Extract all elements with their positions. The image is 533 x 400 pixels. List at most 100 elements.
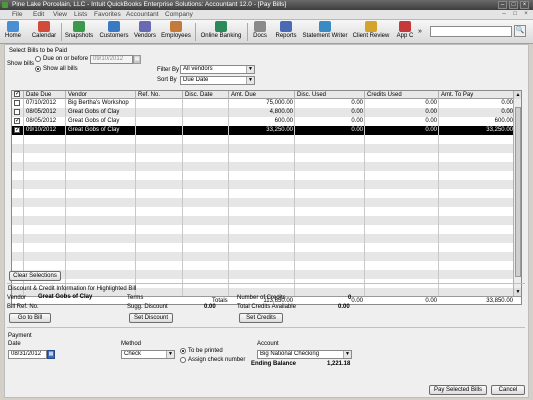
toolbar-statement-writer-button[interactable]: Statement Writer — [301, 21, 349, 43]
toolbar-vendors-button[interactable]: Vendors — [132, 21, 158, 43]
toolbar-customers-button[interactable]: Customers — [98, 21, 130, 43]
cancel-button[interactable]: Cancel — [491, 385, 525, 395]
due-on-or-before-radio[interactable] — [35, 56, 41, 62]
menu-view[interactable]: View — [53, 11, 67, 18]
col-date-due[interactable]: Date Due — [24, 91, 66, 99]
grid-vertical-scrollbar[interactable]: ▲ ▼ — [513, 91, 521, 296]
close-button[interactable]: × — [520, 1, 529, 9]
title-bar: Pine Lake Porcelain, LLC - Intuit QuickB… — [0, 0, 533, 10]
table-row[interactable]: 07/10/2012 Big Bertha's Workshop 75,000.00… — [12, 99, 515, 108]
cell-vendor: Great Gobs of Clay — [68, 109, 120, 115]
empty-row — [12, 261, 515, 270]
toolbar-calendar-button[interactable]: Calendar — [30, 21, 58, 43]
search-input[interactable] — [430, 26, 512, 37]
number-of-credits-label: Number of Credits — [237, 295, 286, 301]
account-select[interactable]: Big National Checking ▼ — [257, 350, 352, 359]
child-restore-button[interactable]: □ — [511, 11, 519, 18]
menu-company[interactable]: Company — [165, 11, 193, 18]
set-discount-button[interactable]: Set Discount — [129, 313, 173, 323]
col-disc-date[interactable]: Disc. Date — [183, 91, 229, 99]
toolbar-employees-button[interactable]: Employees — [160, 21, 192, 43]
sugg-discount-label: Sugg. Discount — [127, 304, 168, 310]
menu-accountant[interactable]: Accountant — [126, 11, 159, 18]
bill-checkbox[interactable]: ✓ — [14, 127, 20, 133]
pay-selected-bills-button[interactable]: Pay Selected Bills — [429, 385, 487, 395]
toolbar-button-label: Snapshots — [64, 33, 94, 39]
window-title: Pine Lake Porcelain, LLC - Intuit QuickB… — [12, 1, 287, 8]
menu-bar: File Edit View Lists Favorites Accountan… — [0, 10, 533, 20]
toolbar-button-label: Home — [4, 33, 21, 39]
col-disc-used[interactable]: Disc. Used — [295, 91, 365, 99]
set-credits-button[interactable]: Set Credits — [239, 313, 283, 323]
client-review-icon — [365, 21, 377, 32]
col-amt-due[interactable]: Amt. Due — [229, 91, 295, 99]
cell-disc-used: 0.00 — [351, 118, 363, 124]
due-date-calendar-icon[interactable]: ▦ — [133, 55, 141, 64]
menu-lists[interactable]: Lists — [74, 11, 87, 18]
toolbar-app-center-button[interactable]: App C — [394, 21, 416, 43]
show-all-bills-label: Show all bills — [43, 66, 78, 72]
payment-date-field[interactable]: 08/31/2012 — [8, 350, 47, 359]
empty-row — [12, 162, 515, 171]
bill-checkbox[interactable] — [14, 109, 20, 115]
vendors-icon — [139, 21, 151, 32]
toolbar-client-review-button[interactable]: Client Review — [351, 21, 391, 43]
cell-disc-used: 0.00 — [351, 100, 363, 106]
to-be-printed-radio[interactable] — [180, 348, 186, 354]
menu-file[interactable]: File — [12, 11, 22, 18]
child-close-button[interactable]: × — [522, 11, 530, 18]
scrollbar-thumb[interactable] — [515, 107, 521, 277]
account-value: Big National Checking — [260, 351, 320, 357]
select-all-header[interactable]: ✓ — [12, 91, 24, 99]
search-icon[interactable]: 🔍 — [514, 25, 526, 37]
payment-date-calendar-icon[interactable]: ▦ — [47, 350, 55, 359]
toolbar-snapshots-button[interactable]: Snapshots — [63, 21, 95, 43]
show-all-bills-radio[interactable] — [35, 66, 41, 72]
chevron-down-icon: ▼ — [343, 351, 351, 358]
toolbar-button-label: Client Review — [352, 33, 390, 39]
table-row[interactable]: 08/05/2012 Great Gobs of Clay 4,800.00 0.00… — [12, 108, 515, 117]
menu-edit[interactable]: Edit — [33, 11, 44, 18]
go-to-bill-button[interactable]: Go to Bill — [9, 313, 51, 323]
assign-check-number-radio[interactable] — [180, 357, 186, 363]
toolbar-home-button[interactable]: Home — [3, 21, 23, 43]
toolbar-separator — [247, 23, 248, 41]
child-minimize-button[interactable]: – — [500, 11, 508, 18]
minimize-button[interactable]: – — [498, 1, 507, 9]
scroll-up-icon[interactable]: ▲ — [514, 91, 521, 99]
maximize-button[interactable]: □ — [509, 1, 518, 9]
clear-selections-button[interactable]: Clear Selections — [9, 271, 61, 281]
table-row[interactable]: ✓ 09/10/2012 Great Gobs of Clay 33,250.00 0.… — [12, 126, 515, 135]
toolbar-button-label: Online Banking — [200, 33, 242, 39]
col-ref-no[interactable]: Ref. No. — [136, 91, 183, 99]
select-all-checkbox[interactable]: ✓ — [14, 91, 20, 97]
bill-checkbox[interactable]: ✓ — [14, 118, 20, 124]
total-credits-available-label: Total Credits Available — [237, 304, 296, 310]
filter-by-select[interactable]: All vendors ▼ — [180, 65, 255, 74]
method-select[interactable]: Check ▼ — [121, 350, 175, 359]
toolbar-button-label: Vendors — [133, 33, 157, 39]
menu-favorites[interactable]: Favorites — [94, 11, 121, 18]
empty-row — [12, 153, 515, 162]
statement-writer-icon — [319, 21, 331, 32]
toolbar-overflow-chevron[interactable]: » — [418, 28, 422, 35]
col-vendor[interactable]: Vendor — [66, 91, 136, 99]
due-date-field[interactable]: 09/10/2012 — [90, 55, 133, 64]
discount-credit-heading: Discount & Credit Information for Highli… — [8, 286, 137, 292]
pay-bills-window: Select Bills to be Paid Show bills Due o… — [4, 44, 529, 398]
payment-heading: Payment — [8, 333, 32, 339]
home-icon — [7, 21, 19, 32]
toolbar-online-banking-button[interactable]: Online Banking — [198, 21, 244, 43]
toolbar-reports-button[interactable]: Reports — [273, 21, 299, 43]
bill-checkbox[interactable] — [14, 100, 20, 106]
toolbar-docs-button[interactable]: Docs — [250, 21, 270, 43]
col-amt-to-pay[interactable]: Amt. To Pay — [439, 91, 515, 99]
grid-header: ✓ Date Due Vendor Ref. No. Disc. Date Am… — [12, 91, 515, 99]
table-row[interactable]: ✓ 08/05/2012 Great Gobs of Clay 600.00 0.00 0… — [12, 117, 515, 126]
scroll-down-icon[interactable]: ▼ — [514, 288, 521, 296]
sort-by-select[interactable]: Due Date ▼ — [180, 76, 255, 85]
filter-by-value: All vendors — [183, 66, 213, 72]
reports-icon — [280, 21, 292, 32]
col-credits-used[interactable]: Credits Used — [365, 91, 439, 99]
calendar-icon — [38, 21, 50, 32]
